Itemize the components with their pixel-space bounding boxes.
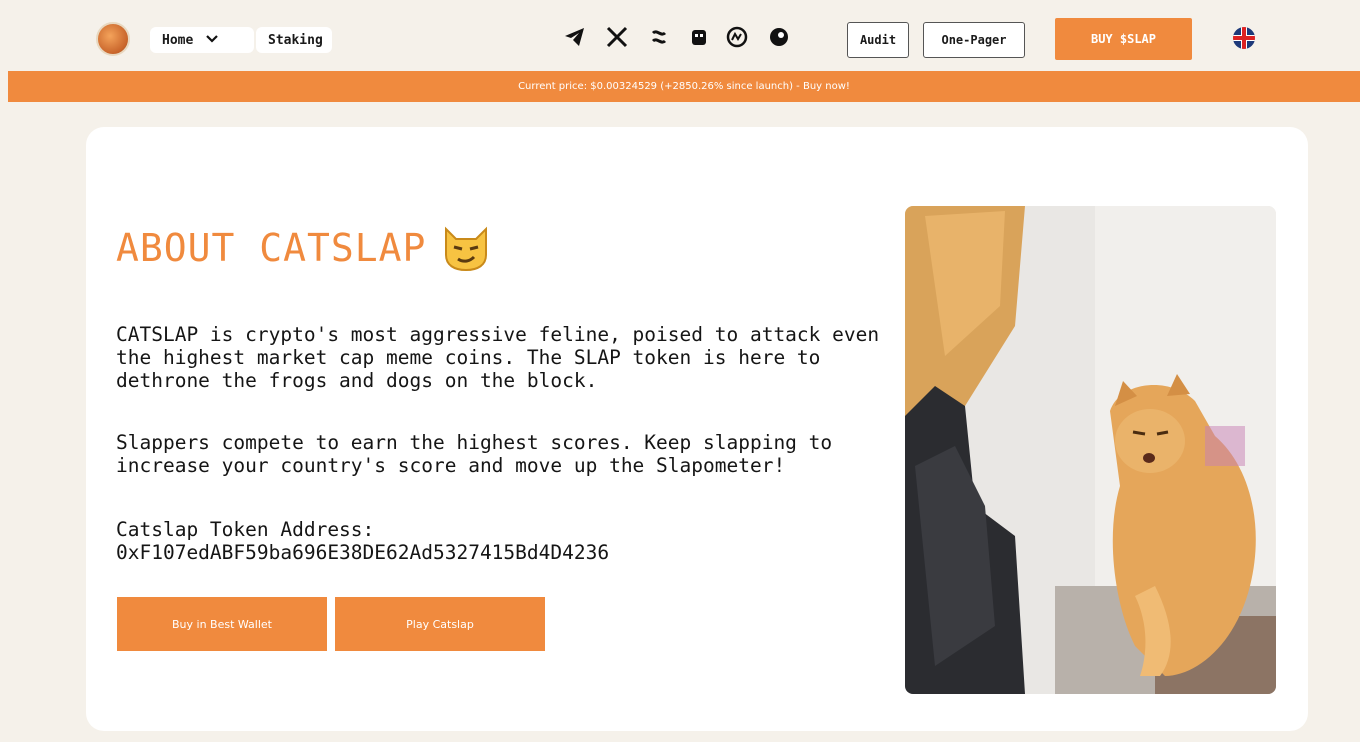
- smirking-cat-icon: [440, 225, 492, 272]
- about-paragraph-2: Slappers compete to earn the highest sco…: [116, 431, 833, 477]
- one-pager-button[interactable]: One-Pager: [923, 22, 1025, 58]
- buy-slap-label: BUY $SLAP: [1090, 32, 1157, 46]
- about-paragraph-1: CATSLAP is crypto's most aggressive feli…: [116, 323, 880, 392]
- cat-photo: [905, 206, 1276, 694]
- link-icon[interactable]: [646, 24, 672, 50]
- buy-in-best-wallet-button[interactable]: Buy in Best Wallet: [117, 597, 327, 651]
- play-catslap-label: Play Catslap: [406, 617, 474, 631]
- buy-slap-button[interactable]: BUY $SLAP: [1055, 18, 1192, 60]
- telegram-icon[interactable]: [562, 24, 588, 50]
- home-label: Home: [162, 32, 194, 48]
- staking-link[interactable]: Staking: [256, 27, 332, 53]
- price-banner[interactable]: Current price: $0.00324529 (+2850.26% si…: [8, 71, 1360, 102]
- about-title: ABOUT CATSLAP: [116, 225, 492, 272]
- play-catslap-button[interactable]: Play Catslap: [335, 597, 545, 651]
- token-address-block: Catslap Token Address: 0xF107edABF59ba69…: [116, 518, 916, 564]
- uk-flag-icon[interactable]: [1233, 27, 1255, 49]
- top-navbar: Home Staking Audit One-Pager BUY $SLAP: [0, 0, 1360, 71]
- lion-icon[interactable]: [686, 24, 712, 50]
- one-pager-label: One-Pager: [941, 33, 1007, 47]
- buy-in-best-wallet-label: Buy in Best Wallet: [171, 617, 272, 631]
- catslap-logo[interactable]: [96, 22, 130, 56]
- token-address-value: 0xF107edABF59ba696E38DE62Ad5327415Bd4D42…: [116, 541, 610, 564]
- gecko-icon[interactable]: [766, 24, 792, 50]
- audit-button[interactable]: Audit: [847, 22, 909, 58]
- home-menu[interactable]: Home: [150, 27, 254, 53]
- x-icon[interactable]: [604, 24, 630, 50]
- price-text: Current price: $0.00324529 (+2850.26% si…: [518, 81, 850, 92]
- about-card: ABOUT CATSLAP CATSLAP is crypto's most a…: [86, 127, 1308, 731]
- token-address-label: Catslap Token Address:: [116, 518, 375, 541]
- audit-label: Audit: [859, 33, 897, 47]
- about-title-text: ABOUT CATSLAP: [116, 226, 427, 270]
- coinmarketcap-icon[interactable]: [724, 24, 750, 50]
- chevron-down-icon: [205, 33, 219, 47]
- staking-label: Staking: [268, 32, 323, 48]
